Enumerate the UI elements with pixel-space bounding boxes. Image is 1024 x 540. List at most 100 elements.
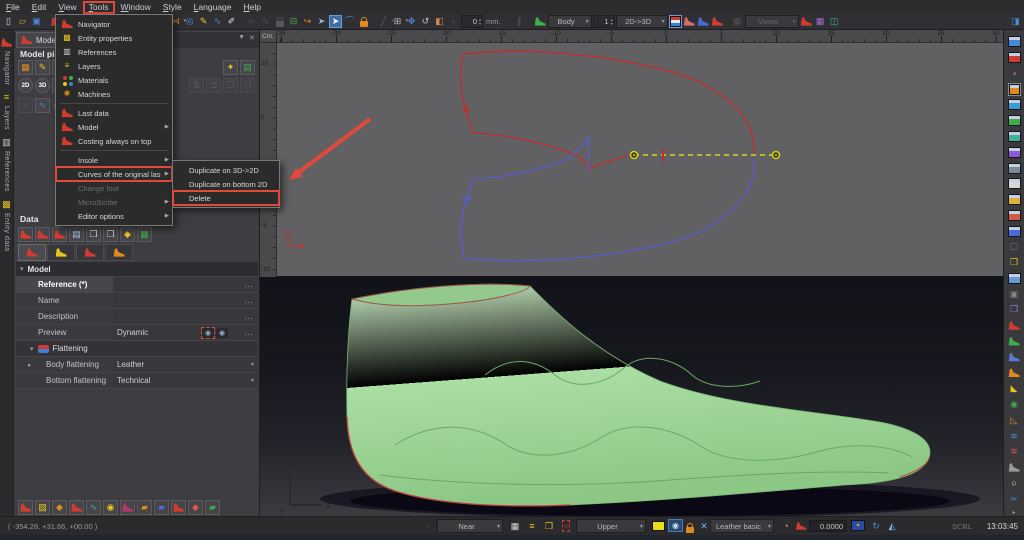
lock-open-icon[interactable] bbox=[273, 15, 286, 28]
sidebar-tab-references[interactable]: ▥References bbox=[0, 136, 13, 192]
pattern-notch[interactable] bbox=[568, 138, 589, 172]
target-icon[interactable]: ◉ bbox=[1008, 398, 1021, 411]
add-last-icon[interactable] bbox=[800, 15, 813, 28]
stack-blue-icon[interactable]: ≋ bbox=[1008, 430, 1021, 443]
window-purple-icon[interactable] bbox=[1008, 146, 1021, 159]
menu-help[interactable]: Help bbox=[238, 1, 267, 14]
spline-icon[interactable]: ∿ bbox=[211, 15, 224, 28]
property-row-body-flattening[interactable]: ▸ Body flattening Leather ▾ bbox=[16, 357, 258, 373]
folders-icon[interactable]: ❒ bbox=[1008, 256, 1021, 269]
pattern-inner-bottom-curve[interactable] bbox=[473, 159, 568, 179]
3d-viewport[interactable]: Z X Y bbox=[260, 277, 1003, 516]
mode-select[interactable]: 2D->3D▾ bbox=[616, 15, 668, 28]
piece-green-icon[interactable]: ▰ bbox=[205, 500, 220, 515]
piece-diamond-icon[interactable]: ◆ bbox=[188, 500, 203, 515]
checkbox-icon[interactable]: ▫ bbox=[447, 15, 460, 28]
layer-add-icon[interactable]: ❒ bbox=[542, 517, 556, 535]
blue-last-icon[interactable] bbox=[697, 15, 710, 28]
menu-item-last-data[interactable]: Last data bbox=[56, 106, 172, 120]
views-select[interactable]: Views▾ bbox=[745, 15, 799, 28]
name-browse-button[interactable]: ... bbox=[244, 296, 254, 305]
reference-value[interactable] bbox=[113, 277, 258, 292]
new-piece-icon[interactable]: ✦ bbox=[223, 60, 238, 75]
piece-yellow-icon[interactable]: ▨ bbox=[35, 500, 50, 515]
menu-item-editor-options[interactable]: Editor options▶ bbox=[56, 209, 172, 223]
last-icon[interactable] bbox=[794, 517, 808, 535]
pair-icon[interactable]: ∥ bbox=[513, 15, 526, 28]
window-orange-icon[interactable] bbox=[1008, 83, 1021, 96]
cutter-icon[interactable]: ✂ bbox=[1008, 493, 1021, 506]
collapse-icon[interactable]: ▾ bbox=[20, 265, 24, 273]
data-tab-3[interactable] bbox=[76, 244, 104, 261]
property-row-preview[interactable]: Preview Dynamic ◉ ◉ ... bbox=[16, 325, 258, 341]
pattern-inner-curve[interactable] bbox=[473, 133, 631, 169]
2d-pattern-canvas[interactable] bbox=[260, 30, 1003, 277]
property-row-description[interactable]: Description ... bbox=[16, 309, 258, 325]
chevron-down-icon[interactable]: ▾ bbox=[251, 361, 254, 368]
lock-icon[interactable] bbox=[357, 15, 370, 28]
menu-item-references[interactable]: ▥References bbox=[56, 45, 172, 59]
piece-red3-icon[interactable] bbox=[171, 500, 186, 515]
view-2d-button[interactable]: 2D bbox=[18, 78, 33, 93]
body-flattening-value[interactable]: Leather bbox=[113, 357, 258, 372]
group-row-flattening[interactable]: ▾ Flattening bbox=[16, 341, 258, 357]
save-icon[interactable]: ▣ bbox=[30, 15, 43, 28]
menu-item-costing-always-on-top[interactable]: Costing always on top bbox=[56, 134, 172, 148]
pattern-left-curve[interactable] bbox=[461, 54, 473, 133]
sidebar-tab-navigator[interactable]: Navigator bbox=[0, 36, 13, 85]
red-last-icon[interactable] bbox=[711, 15, 724, 28]
link-icon[interactable]: ∞ bbox=[245, 15, 258, 28]
window-slate-icon[interactable] bbox=[1008, 162, 1021, 175]
move-icon[interactable]: ✥ bbox=[405, 15, 418, 28]
near-select[interactable]: Near▾ bbox=[437, 519, 503, 533]
3d-canvas[interactable]: Z X Y bbox=[260, 277, 1003, 516]
piece-magenta-icon[interactable] bbox=[120, 500, 135, 515]
pattern-grid-icon[interactable]: ▦ bbox=[18, 60, 33, 75]
preview-browse-button[interactable]: ... bbox=[244, 328, 254, 337]
tools-icon[interactable]: ✕ bbox=[697, 517, 711, 535]
copy-doc-icon[interactable]: ❒ bbox=[86, 227, 101, 242]
refresh-icon[interactable]: ↻ bbox=[869, 517, 883, 535]
model-export-icon[interactable] bbox=[52, 227, 67, 242]
chevron-down-icon[interactable]: ▾ bbox=[251, 377, 254, 384]
material-select[interactable]: Leather basic▾ bbox=[710, 519, 774, 533]
bracket-icon[interactable]: ⊐ bbox=[206, 78, 221, 93]
camera-record-icon[interactable]: ◉ bbox=[202, 328, 214, 338]
arc-tool-icon[interactable]: ↪ bbox=[301, 15, 314, 28]
bulb-icon[interactable]: ○ bbox=[1008, 477, 1021, 490]
paste-doc-icon[interactable]: ❒ bbox=[103, 227, 118, 242]
flag-icon[interactable] bbox=[669, 15, 682, 28]
group-row-model[interactable]: ▾ Model bbox=[16, 262, 258, 277]
blue-cross-marker[interactable] bbox=[462, 194, 472, 204]
menu-language[interactable]: Language bbox=[188, 1, 238, 14]
rotate-icon[interactable]: ↺ bbox=[419, 15, 432, 28]
lock-icon[interactable] bbox=[686, 519, 694, 537]
layer-select[interactable]: Upper▾ bbox=[576, 519, 646, 533]
grid-tool-icon[interactable]: ⊟ bbox=[287, 15, 300, 28]
menu-view[interactable]: View bbox=[52, 1, 82, 14]
offset-spinner[interactable]: 0▴▾ bbox=[461, 15, 483, 28]
spline-edit-icon[interactable]: ∿ bbox=[259, 15, 272, 28]
offset-field[interactable]: 0.0000 bbox=[809, 520, 847, 532]
property-row-name[interactable]: Name ... bbox=[16, 293, 258, 309]
submenu-item-delete[interactable]: Delete bbox=[173, 191, 279, 205]
piece-blue-icon[interactable]: ▰ bbox=[154, 500, 169, 515]
snapshot-icon[interactable]: ▢ bbox=[1008, 240, 1021, 253]
sidebar-tab-layers[interactable]: ≡Layers bbox=[0, 91, 13, 130]
menu-file[interactable]: File bbox=[0, 1, 26, 14]
data-tab-2[interactable] bbox=[47, 244, 75, 261]
menu-item-materials[interactable]: Materials bbox=[56, 73, 172, 87]
document-icon[interactable]: ▤ bbox=[69, 227, 84, 242]
menu-item-model[interactable]: Model▶ bbox=[56, 120, 172, 134]
menu-edit[interactable]: Edit bbox=[26, 1, 53, 14]
shoe-last-3d-model[interactable] bbox=[347, 284, 930, 506]
pattern-left-bottom-curve[interactable] bbox=[461, 179, 473, 258]
data-tab-1[interactable] bbox=[18, 244, 46, 261]
layers-copy-icon[interactable]: ❒ bbox=[1008, 303, 1021, 316]
tag-icon[interactable]: ◆ bbox=[120, 227, 135, 242]
striped-last-icon[interactable] bbox=[1008, 351, 1021, 364]
camera-icon[interactable]: ▣ bbox=[1008, 288, 1021, 301]
export-piece-icon[interactable]: ▤ bbox=[240, 60, 255, 75]
visibility-toggle[interactable]: ◉ bbox=[668, 519, 683, 532]
name-value[interactable] bbox=[113, 293, 258, 308]
